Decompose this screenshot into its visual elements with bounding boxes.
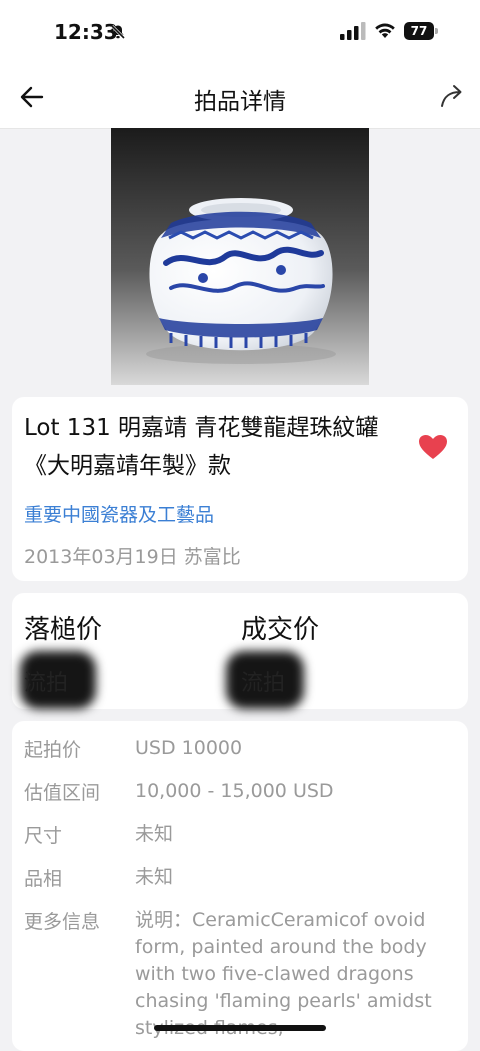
- condition-value: 未知: [135, 866, 174, 888]
- estimate-value: 10,000 - 15,000 USD: [135, 780, 334, 802]
- hammer-price-value: 流拍: [24, 671, 69, 696]
- deal-price-value: 流拍: [241, 671, 286, 696]
- condition-label: 品相: [24, 868, 63, 890]
- deal-price-label: 成交价: [241, 615, 320, 645]
- lot-info-card: Lot 131 明嘉靖 青花雙龍趕珠紋罐 《大明嘉靖年製》款 重要中國瓷器及工藝…: [12, 397, 468, 581]
- wifi-icon: [375, 23, 395, 38]
- hammer-price-label: 落槌价: [24, 615, 103, 645]
- favorite-heart-icon[interactable]: [418, 434, 448, 460]
- start-price-value: USD 10000: [135, 737, 243, 759]
- share-icon[interactable]: [438, 82, 466, 110]
- battery-icon: 77: [404, 22, 438, 40]
- home-indicator[interactable]: [154, 1025, 326, 1031]
- status-bar: 12:33 77: [0, 0, 480, 66]
- more-info-value: 说明：CeramicCeramicof ovoid form, painted …: [135, 909, 432, 1039]
- nav-bar: 拍品详情: [0, 66, 480, 129]
- silent-bell-icon: [110, 24, 126, 40]
- lot-title: Lot 131 明嘉靖 青花雙龍趕珠紋罐 《大明嘉靖年製》款: [24, 415, 379, 479]
- cellular-signal-icon: [340, 22, 366, 40]
- auction-date-house: 2013年03月19日 苏富比: [24, 546, 241, 568]
- more-info-label: 更多信息: [24, 911, 101, 933]
- page-title: 拍品详情: [194, 89, 286, 115]
- status-time: 12:33: [54, 20, 118, 44]
- start-price-label: 起拍价: [24, 739, 82, 761]
- battery-level: 77: [404, 22, 434, 40]
- size-value: 未知: [135, 823, 174, 845]
- details-card: 起拍价 USD 10000 估值区间 10,000 - 15,000 USD 尺…: [12, 721, 468, 1051]
- lot-image[interactable]: [111, 128, 369, 385]
- price-card: 落槌价 成交价 流拍 流拍: [12, 593, 468, 709]
- estimate-label: 估值区间: [24, 782, 101, 804]
- size-label: 尺寸: [24, 825, 63, 847]
- category-link[interactable]: 重要中國瓷器及工藝品: [24, 500, 214, 527]
